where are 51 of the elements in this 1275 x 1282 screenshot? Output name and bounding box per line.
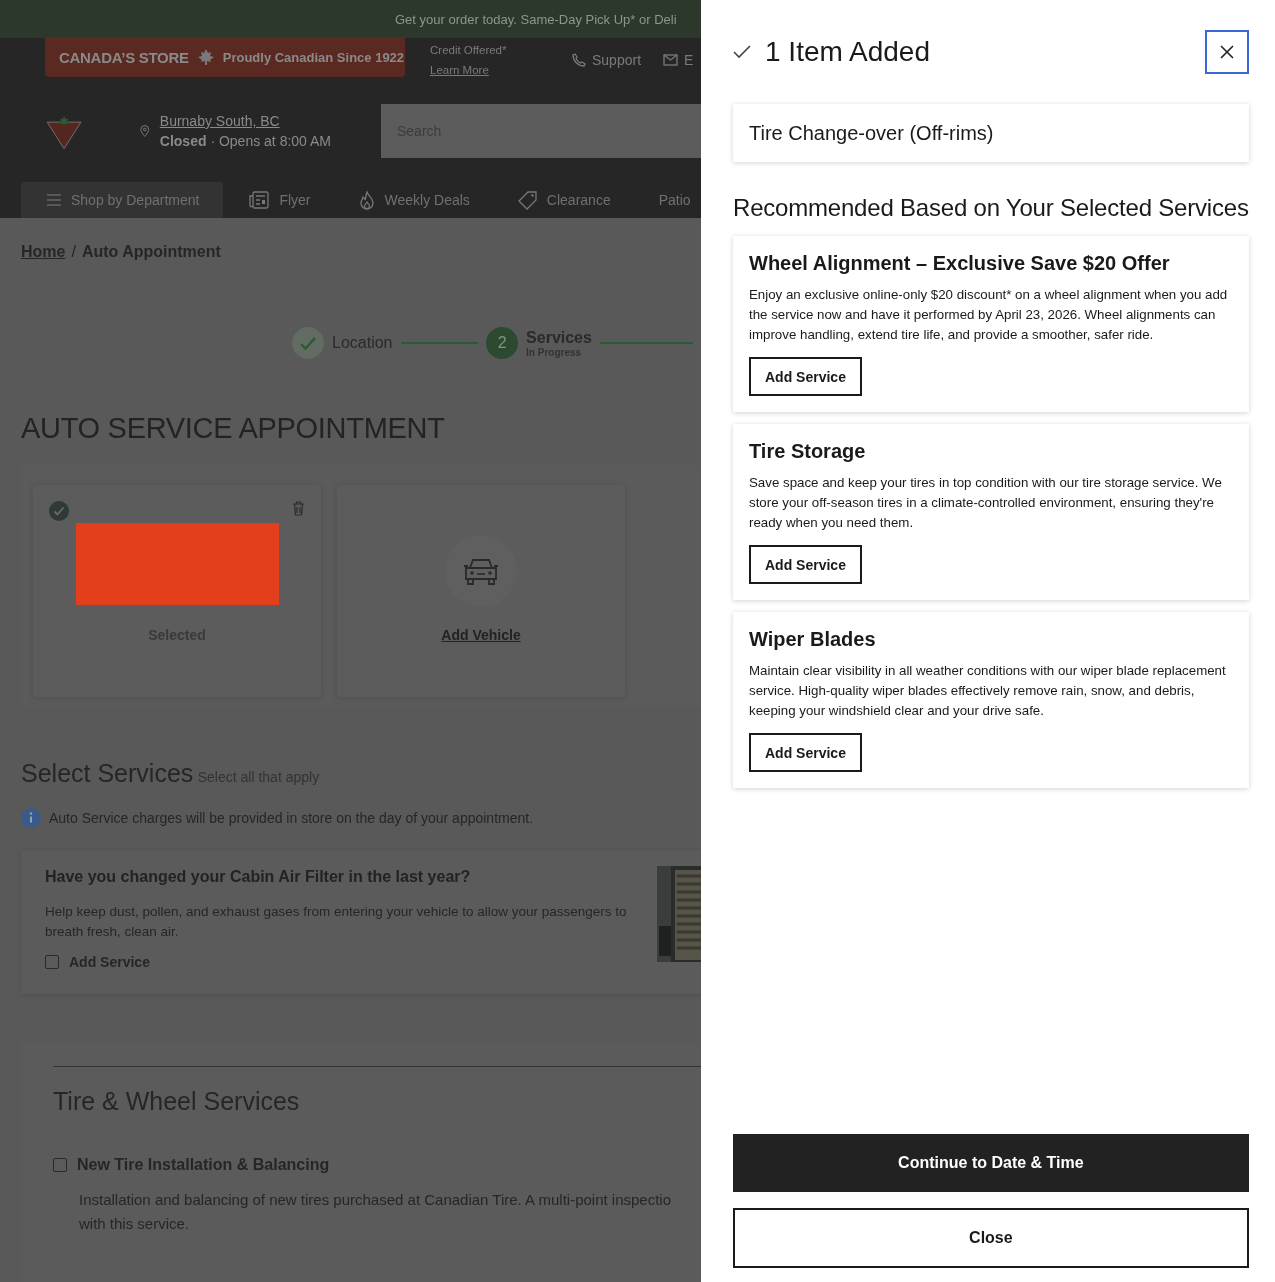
store-hours: · Opens at 8:00 AM — [210, 133, 331, 149]
recommendation-title: Wheel Alignment – Exclusive Save $20 Offer — [749, 252, 1171, 275]
brand-name: CANADA’S STORE — [59, 48, 189, 66]
trash-icon[interactable] — [292, 501, 305, 516]
nav-item[interactable]: Clearance — [491, 182, 633, 218]
close-button[interactable] — [1204, 30, 1249, 74]
header-link[interactable]: Support — [572, 52, 642, 68]
store-status: Closed — [159, 133, 207, 149]
check-icon — [300, 336, 316, 350]
store-name-link[interactable]: Burnaby South, BC — [159, 113, 280, 129]
checkbox[interactable] — [53, 1158, 67, 1172]
drawer-title: 1 Item Added — [765, 36, 931, 68]
add-service-button[interactable]: Add Service — [749, 545, 862, 584]
add-service-button[interactable]: Add Service — [749, 357, 862, 396]
tag-icon — [517, 190, 537, 210]
info-icon — [21, 808, 41, 828]
check-icon — [733, 45, 751, 59]
recommendation-description: Maintain clear visibility in all weather conditions with our wiper blade replacement service. High-quality wiper blades effectively remove rain, snow, and debris, keeping your windshield clear and your drive safe. — [749, 662, 1227, 720]
phone-icon — [572, 53, 586, 67]
step-number: 2 — [497, 334, 507, 352]
added-item-name: Tire Change-over (Off-rims) — [749, 121, 994, 145]
nav-item[interactable]: Patio — [632, 182, 701, 218]
promo-title: Have you changed your Cabin Air Filter in the last year? — [45, 868, 472, 886]
checkbox[interactable] — [45, 955, 59, 969]
brand-tagline: Proudly Canadian Since 1922 — [222, 49, 405, 65]
breadcrumb-separator: / — [71, 243, 76, 261]
vehicle-card[interactable]: Add Vehicle — [337, 485, 625, 697]
continue-button[interactable]: Continue to Date & Time — [733, 1134, 1249, 1192]
promo-text: Get your order today. Same-Day Pick Up* or Deli — [395, 11, 677, 27]
close-icon — [1219, 45, 1234, 59]
recommendation-title: Tire Storage — [749, 440, 867, 463]
car-icon — [462, 556, 500, 586]
recommendations-heading: Recommended Based on Your Selected Services — [733, 194, 1249, 222]
add-vehicle-link[interactable]: Add Vehicle — [441, 627, 521, 643]
recommendation-title: Wiper Blades — [749, 628, 877, 651]
header-link[interactable]: E — [663, 52, 694, 68]
newspaper-icon — [249, 191, 270, 209]
credit-text: Credit Offered* Learn More — [430, 44, 507, 76]
checkmark-badge-icon — [49, 501, 69, 521]
flame-icon — [358, 190, 375, 210]
recommendation-description: Enjoy an exclusive online-only $20 discount* on a wheel alignment when you add the service now and have it performed by April 23, 2026. Wheel alignments can improve handling, extend tire life, and provide a smoother, safer ride. — [749, 286, 1229, 344]
recommendation-description: Save space and keep your tires in top condition with our tire storage service. We store your off-season tires in a climate-controlled environment, ensuring they're ready when you need them. — [749, 474, 1223, 532]
maple-leaf-icon — [196, 49, 215, 65]
add-service-button[interactable]: Add Service — [749, 733, 862, 772]
close-drawer-button[interactable]: Close — [733, 1208, 1249, 1268]
menu-icon — [47, 194, 61, 206]
mail-icon — [663, 54, 679, 66]
nav-item[interactable]: Flyer — [223, 182, 333, 218]
learn-more-link[interactable]: Learn More — [430, 64, 489, 76]
nav-item[interactable]: Shop by Department — [21, 182, 224, 218]
nav-item[interactable]: Weekly Deals — [332, 182, 492, 218]
